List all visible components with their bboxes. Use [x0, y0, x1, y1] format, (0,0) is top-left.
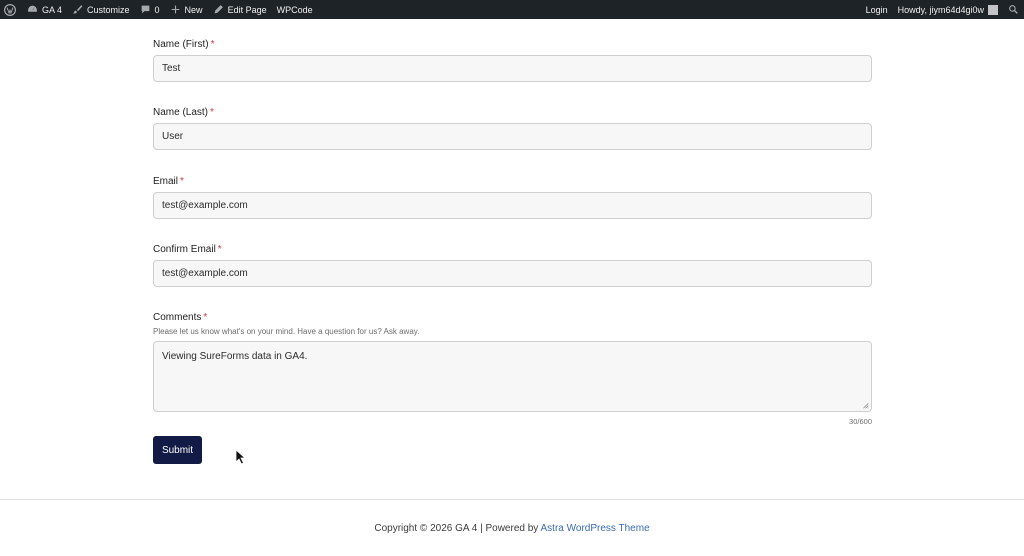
admin-bar-right: Login Howdy, jiym64d4gi0w	[861, 0, 1024, 19]
dashboard-icon	[28, 5, 37, 12]
last-name-label-text: Name (Last)	[153, 107, 209, 118]
email-label: Email *	[153, 176, 184, 187]
admin-bar-search[interactable]	[1003, 0, 1024, 19]
copyright-text: Copyright © 2026 GA 4 | Powered by	[374, 523, 541, 534]
required-marker: *	[180, 176, 184, 187]
required-marker: *	[210, 107, 214, 118]
comments-help-text: Please let us know what's on your mind. …	[153, 327, 420, 336]
required-marker: *	[203, 312, 208, 323]
mouse-cursor-icon	[235, 449, 247, 465]
wordpress-icon	[4, 3, 16, 16]
paintbrush-icon	[73, 5, 83, 14]
login-label: Login	[865, 4, 888, 15]
first-name-label-text: Name (First)	[153, 39, 209, 50]
character-counter: 30/600	[849, 417, 872, 426]
site-name: GA 4	[42, 4, 63, 15]
search-icon	[1009, 5, 1018, 14]
astra-theme-link[interactable]: Astra WordPress Theme	[541, 523, 650, 534]
site-name-link[interactable]: GA 4	[22, 0, 67, 19]
plus-icon	[171, 5, 179, 14]
wordpress-logo-button[interactable]	[0, 0, 22, 19]
confirm-email-label-text: Confirm Email	[153, 244, 216, 255]
site-footer: Copyright © 2026 GA 4 | Powered by Astra…	[0, 523, 1024, 534]
last-name-label: Name (Last) *	[153, 107, 214, 118]
new-content-link[interactable]: New	[165, 0, 208, 19]
comments-count: 0	[154, 4, 160, 15]
required-marker: *	[217, 244, 222, 255]
admin-bar-left: GA 4 Customize 0 New Edit Page WPCode	[0, 0, 318, 19]
customize-link[interactable]: Customize	[67, 0, 135, 19]
confirm-email-label: Confirm Email *	[153, 244, 222, 255]
confirm-email-value: test@example.com	[162, 268, 248, 279]
footer-divider	[0, 499, 1024, 500]
my-account-link[interactable]: Howdy, jiym64d4gi0w	[893, 0, 1003, 19]
first-name-input[interactable]: Test	[153, 55, 872, 82]
edit-page-label: Edit Page	[227, 4, 267, 15]
avatar	[988, 4, 998, 15]
email-value: test@example.com	[162, 200, 248, 211]
last-name-value: User	[162, 131, 184, 142]
comments-value: Viewing SureForms data in GA4.	[162, 351, 308, 362]
submit-button[interactable]: Submit	[153, 436, 202, 464]
new-label: New	[184, 4, 203, 15]
email-label-text: Email	[153, 176, 179, 187]
comment-bubble-icon	[141, 5, 149, 14]
comments-textarea[interactable]: Viewing SureForms data in GA4.	[153, 341, 872, 412]
last-name-input[interactable]: User	[153, 123, 872, 150]
comments-label-text: Comments	[153, 312, 202, 323]
email-input[interactable]: test@example.com	[153, 192, 872, 219]
edit-page-link[interactable]: Edit Page	[208, 0, 272, 19]
resize-handle-icon[interactable]	[862, 402, 869, 409]
wpcode-label: WPCode	[276, 4, 313, 15]
confirm-email-input[interactable]: test@example.com	[153, 260, 872, 287]
wp-admin-bar: GA 4 Customize 0 New Edit Page WPCode Lo…	[0, 0, 1024, 19]
pencil-icon	[214, 5, 223, 14]
comments-link[interactable]: 0	[135, 0, 165, 19]
howdy-label: Howdy, jiym64d4gi0w	[897, 4, 984, 15]
first-name-label: Name (First) *	[153, 39, 214, 50]
login-link[interactable]: Login	[861, 0, 893, 19]
required-marker: *	[210, 39, 215, 50]
customize-label: Customize	[87, 4, 130, 15]
first-name-value: Test	[162, 63, 181, 74]
comments-label: Comments *	[153, 312, 207, 323]
wpcode-link[interactable]: WPCode	[272, 0, 318, 19]
